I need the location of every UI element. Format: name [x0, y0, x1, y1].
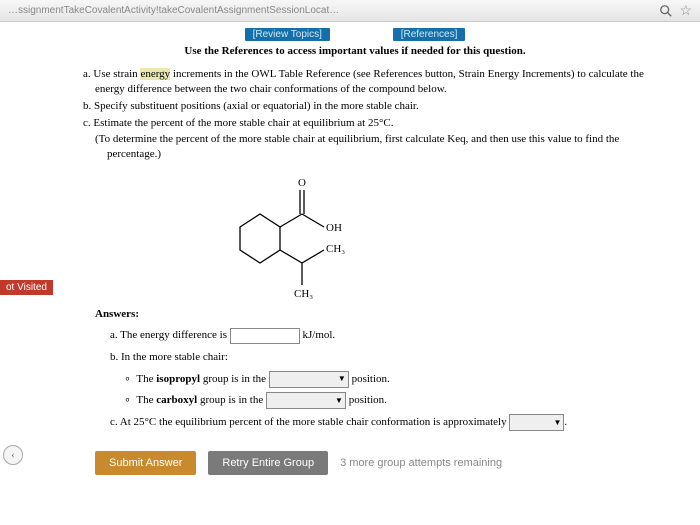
percent-select[interactable]: ▼ [509, 414, 564, 431]
chevron-down-icon: ▼ [335, 394, 343, 408]
question-panel: [Review Topics] [References] Use the Ref… [0, 22, 700, 525]
instruction-c: c. Estimate the percent of the more stab… [40, 116, 670, 131]
browser-toolbar: …ssignmentTakeCovalentActivity!takeCoval… [0, 0, 700, 22]
search-icon[interactable] [659, 4, 673, 18]
action-row: Submit Answer Retry Entire Group 3 more … [95, 451, 670, 475]
top-links: [Review Topics] [References] [40, 28, 670, 41]
answer-c: c. At 25°C the equilibrium percent of th… [110, 413, 670, 433]
label-o: O [298, 177, 306, 189]
nav-prev-button[interactable]: ‹ [3, 445, 23, 465]
retry-button[interactable]: Retry Entire Group [208, 451, 328, 475]
instruction-b: b. Specify substituent positions (axial … [40, 99, 670, 114]
molecule-structure: O OH CH₃ CH₃ [210, 172, 390, 302]
answer-b-carboxyl: ∘ The carboxyl group is in the ▼ positio… [110, 391, 670, 411]
reference-hint: Use the References to access important v… [40, 45, 670, 57]
chevron-down-icon: ▼ [553, 416, 561, 430]
answers-block: a. The energy difference is kJ/mol. b. I… [40, 326, 670, 433]
review-topics-link[interactable]: [Review Topics] [245, 28, 330, 41]
answers-heading: Answers: [95, 308, 670, 320]
instructions: a. Use strain energy increments in the O… [40, 67, 670, 162]
references-link[interactable]: [References] [393, 28, 466, 41]
chevron-down-icon: ▼ [338, 372, 346, 386]
label-ch3-a: CH₃ [326, 243, 345, 255]
instruction-a: a. Use strain energy increments in the O… [40, 67, 670, 97]
carboxyl-position-select[interactable]: ▼ [266, 392, 346, 409]
molecule-svg: O OH CH₃ CH₃ [210, 172, 390, 302]
not-visited-tab[interactable]: ot Visited [0, 280, 53, 295]
label-oh: OH [326, 222, 342, 234]
isopropyl-position-select[interactable]: ▼ [269, 371, 349, 388]
energy-difference-input[interactable] [230, 328, 300, 344]
url-fragment: …ssignmentTakeCovalentActivity!takeCoval… [8, 5, 653, 16]
star-icon[interactable]: ☆ [679, 2, 692, 19]
submit-button[interactable]: Submit Answer [95, 451, 196, 475]
attempts-remaining: 3 more group attempts remaining [340, 457, 502, 469]
instruction-c-sub: (To determine the percent of the more st… [40, 132, 670, 162]
answer-b-head: b. In the more stable chair: [110, 348, 670, 368]
answer-a: a. The energy difference is kJ/mol. [110, 326, 670, 346]
label-ch3-b: CH₃ [294, 288, 313, 300]
answer-b-isopropyl: ∘ The isopropyl group is in the ▼ positi… [110, 370, 670, 390]
